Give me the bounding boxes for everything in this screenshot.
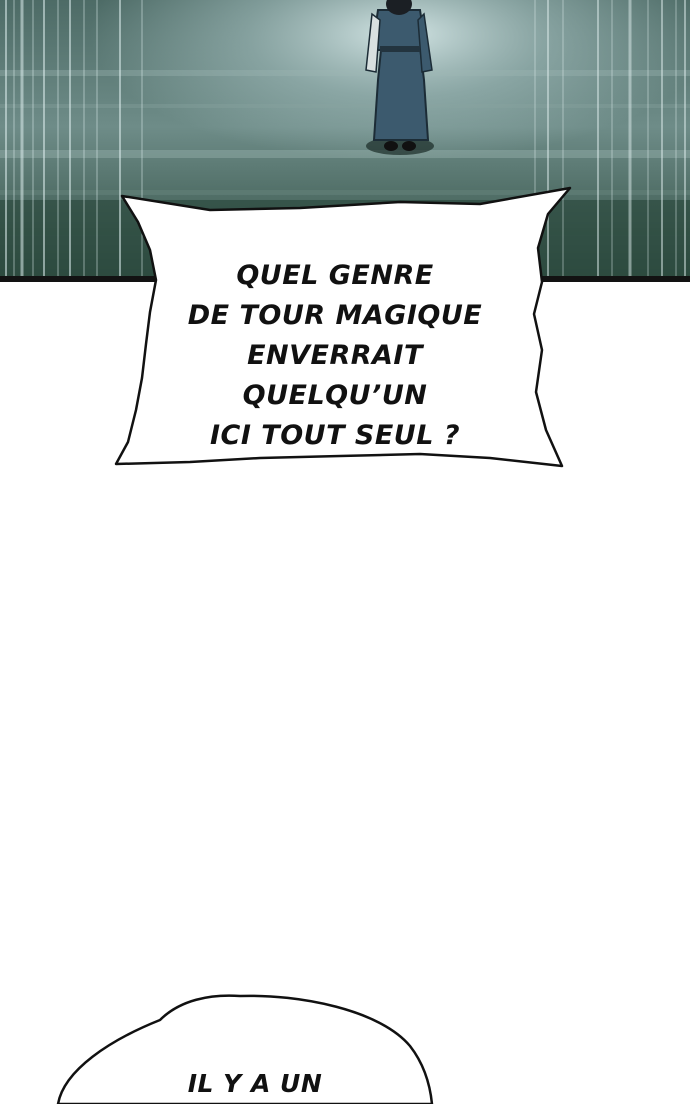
comic-page: QUEL GENRE DE TOUR MAGIQUE ENVERRAIT QUE… <box>0 0 690 1104</box>
speech-text-2: IL Y A UN <box>120 1066 390 1102</box>
speech-line: ICI TOUT SEUL ? <box>210 420 460 451</box>
speech-line: QUEL GENRE <box>236 260 434 291</box>
speech-line: ENVERRAIT QUELQU’UN <box>242 340 428 411</box>
speech-line: DE TOUR MAGIQUE <box>187 300 483 331</box>
scene-illustration <box>0 0 690 282</box>
speech-text-1: QUEL GENRE DE TOUR MAGIQUE ENVERRAIT QUE… <box>150 256 520 456</box>
speech-line: IL Y A UN <box>187 1069 323 1098</box>
comic-panel-scene <box>0 0 690 282</box>
